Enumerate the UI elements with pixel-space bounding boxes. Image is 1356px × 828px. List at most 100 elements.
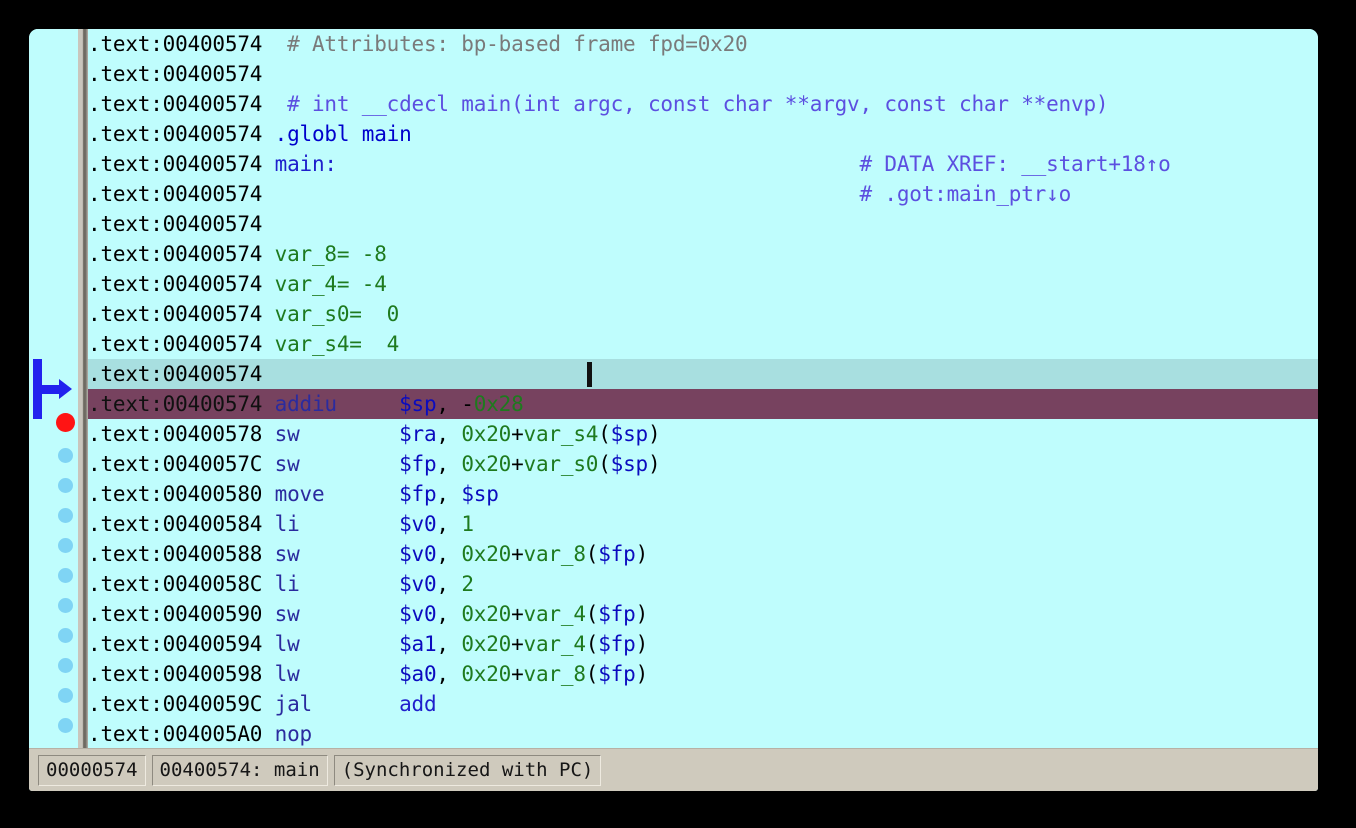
line-address: .text:00400574: [88, 332, 263, 356]
line-operands: $a1, 0x20+var_4($fp): [399, 632, 649, 656]
line-address: .text:00400574: [88, 362, 263, 386]
disassembly-line[interactable]: .text:00400588 sw $v0, 0x20+var_8($fp): [88, 539, 1318, 569]
line-mnemonic: addiu: [262, 392, 400, 416]
line-address: .text:00400574: [88, 152, 263, 176]
instruction-dot-9[interactable]: [58, 688, 73, 703]
disassembly-line[interactable]: .text:00400574 var_s0= 0: [88, 299, 1318, 329]
line-address: .text:00400580: [88, 482, 263, 506]
line-stack-variable: var_s0= 0: [262, 302, 400, 326]
screenshot-root: .text:00400574 # Attributes: bp-based fr…: [0, 0, 1356, 828]
line-mnemonic: li: [262, 572, 400, 596]
instruction-dot-4[interactable]: [58, 538, 73, 553]
disassembly-line[interactable]: .text:00400580 move $fp, $sp: [88, 479, 1318, 509]
line-address: .text:00400574: [88, 122, 263, 146]
line-address: .text:00400574: [88, 242, 263, 266]
disassembly-line[interactable]: .text:00400584 li $v0, 1: [88, 509, 1318, 539]
disassembly-line[interactable]: .text:00400574 # Attributes: bp-based fr…: [88, 29, 1318, 59]
line-directive: .globl main: [262, 122, 412, 146]
disassembly-line[interactable]: .text:00400574: [88, 59, 1318, 89]
line-mnemonic: sw: [262, 602, 400, 626]
disassembly-line[interactable]: .text:00400574: [88, 359, 1318, 389]
line-mnemonic: sw: [262, 542, 400, 566]
disassembly-line[interactable]: .text:00400574 # int __cdecl main(int ar…: [88, 89, 1318, 119]
instruction-dot-3[interactable]: [58, 508, 73, 523]
line-address: .text:00400588: [88, 542, 263, 566]
instruction-dot-8[interactable]: [58, 658, 73, 673]
line-operands: $v0, 0x20+var_4($fp): [399, 602, 649, 626]
line-stack-variable: var_s4= 4: [262, 332, 400, 356]
line-xref-comment: # DATA XREF: __start+18↑o: [859, 152, 1171, 176]
line-address: .text:00400578: [88, 422, 263, 446]
instruction-dot-5[interactable]: [58, 568, 73, 583]
line-address: .text:00400574: [88, 62, 263, 86]
disassembly-line[interactable]: .text:00400574 var_8= -8: [88, 239, 1318, 269]
status-location: 00400574: main: [151, 754, 328, 786]
disassembly-line[interactable]: .text:00400594 lw $a1, 0x20+var_4($fp): [88, 629, 1318, 659]
instruction-dot-6[interactable]: [58, 598, 73, 613]
status-sync-state: (Synchronized with PC): [333, 754, 602, 786]
line-operands: $v0, 0x20+var_8($fp): [399, 542, 649, 566]
exec-arrow-shaft: [33, 385, 61, 394]
disassembly-line[interactable]: .text:0040058C li $v0, 2: [88, 569, 1318, 599]
line-mnemonic: move: [262, 482, 400, 506]
text-caret: [587, 362, 592, 387]
line-operands: $fp, 0x20+var_s0($sp): [399, 452, 661, 476]
line-address: .text:004005A0: [88, 722, 263, 746]
line-label[interactable]: main:: [262, 152, 337, 176]
disassembly-line[interactable]: .text:00400574 var_4= -4: [88, 269, 1318, 299]
line-address: .text:00400590: [88, 602, 263, 626]
line-mnemonic: lw: [262, 632, 400, 656]
line-address: .text:0040058C: [88, 572, 263, 596]
line-operands: $v0, 2: [399, 572, 474, 596]
line-comment: # Attributes: bp-based frame fpd=0x20: [262, 32, 748, 56]
line-stack-variable: var_4= -4: [262, 272, 387, 296]
instruction-dot-2[interactable]: [58, 478, 73, 493]
line-address: .text:00400598: [88, 662, 263, 686]
line-mnemonic: nop: [262, 722, 400, 746]
line-comment: # int __cdecl main(int argc, const char …: [262, 92, 1109, 116]
line-address: .text:00400574: [88, 32, 263, 56]
gutter-divider: [78, 29, 88, 748]
line-address: .text:00400574: [88, 212, 263, 236]
line-mnemonic: jal: [262, 692, 400, 716]
line-address: .text:00400574: [88, 182, 263, 206]
disassembly-line[interactable]: .text:00400574 addiu $sp, -0x28: [88, 389, 1318, 419]
instruction-dot-10[interactable]: [58, 718, 73, 733]
line-operands[interactable]: add: [399, 692, 437, 716]
status-bar: 00000574 00400574: main (Synchronized wi…: [29, 748, 1318, 791]
disassembly-line[interactable]: .text:00400574 # .got:main_ptr↓o: [88, 179, 1318, 209]
line-address: .text:00400574: [88, 392, 263, 416]
disassembly-code-area[interactable]: .text:00400574 # Attributes: bp-based fr…: [88, 29, 1318, 748]
line-mnemonic: sw: [262, 452, 400, 476]
disassembly-line[interactable]: .text:00400574 .globl main: [88, 119, 1318, 149]
breakpoint-marker-active[interactable]: [56, 413, 75, 432]
disassembly-line[interactable]: .text:0040059C jal add: [88, 689, 1318, 719]
disassembly-line[interactable]: .text:004005A0 nop: [88, 719, 1318, 748]
line-operands: $fp, $sp: [399, 482, 499, 506]
breakpoint-gutter[interactable]: [29, 29, 78, 748]
instruction-dot-7[interactable]: [58, 628, 73, 643]
ida-disassembly-window: .text:00400574 # Attributes: bp-based fr…: [29, 29, 1318, 791]
disassembly-line[interactable]: .text:00400574 var_s4= 4: [88, 329, 1318, 359]
line-address: .text:0040057C: [88, 452, 263, 476]
line-operands: $v0, 1: [399, 512, 474, 536]
disassembly-line[interactable]: .text:00400574: [88, 209, 1318, 239]
instruction-dot-1[interactable]: [58, 448, 73, 463]
disassembly-line[interactable]: .text:00400574 main: # DATA XREF: __star…: [88, 149, 1318, 179]
line-address: .text:00400574: [88, 92, 263, 116]
line-xref-comment: # .got:main_ptr↓o: [859, 182, 1072, 206]
line-mnemonic: sw: [262, 422, 400, 446]
line-address: .text:00400574: [88, 272, 263, 296]
line-operands: $ra, 0x20+var_s4($sp): [399, 422, 661, 446]
disassembly-line[interactable]: .text:00400590 sw $v0, 0x20+var_4($fp): [88, 599, 1318, 629]
execution-pointer-arrow: [29, 359, 79, 419]
line-operands: $a0, 0x20+var_8($fp): [399, 662, 649, 686]
disassembly-line[interactable]: .text:00400598 lw $a0, 0x20+var_8($fp): [88, 659, 1318, 689]
line-address: .text:00400594: [88, 632, 263, 656]
disassembly-line[interactable]: .text:0040057C sw $fp, 0x20+var_s0($sp): [88, 449, 1318, 479]
line-address: .text:0040059C: [88, 692, 263, 716]
line-mnemonic: lw: [262, 662, 400, 686]
line-address: .text:00400574: [88, 302, 263, 326]
disassembly-line[interactable]: .text:00400578 sw $ra, 0x20+var_s4($sp): [88, 419, 1318, 449]
line-stack-variable: var_8= -8: [262, 242, 387, 266]
